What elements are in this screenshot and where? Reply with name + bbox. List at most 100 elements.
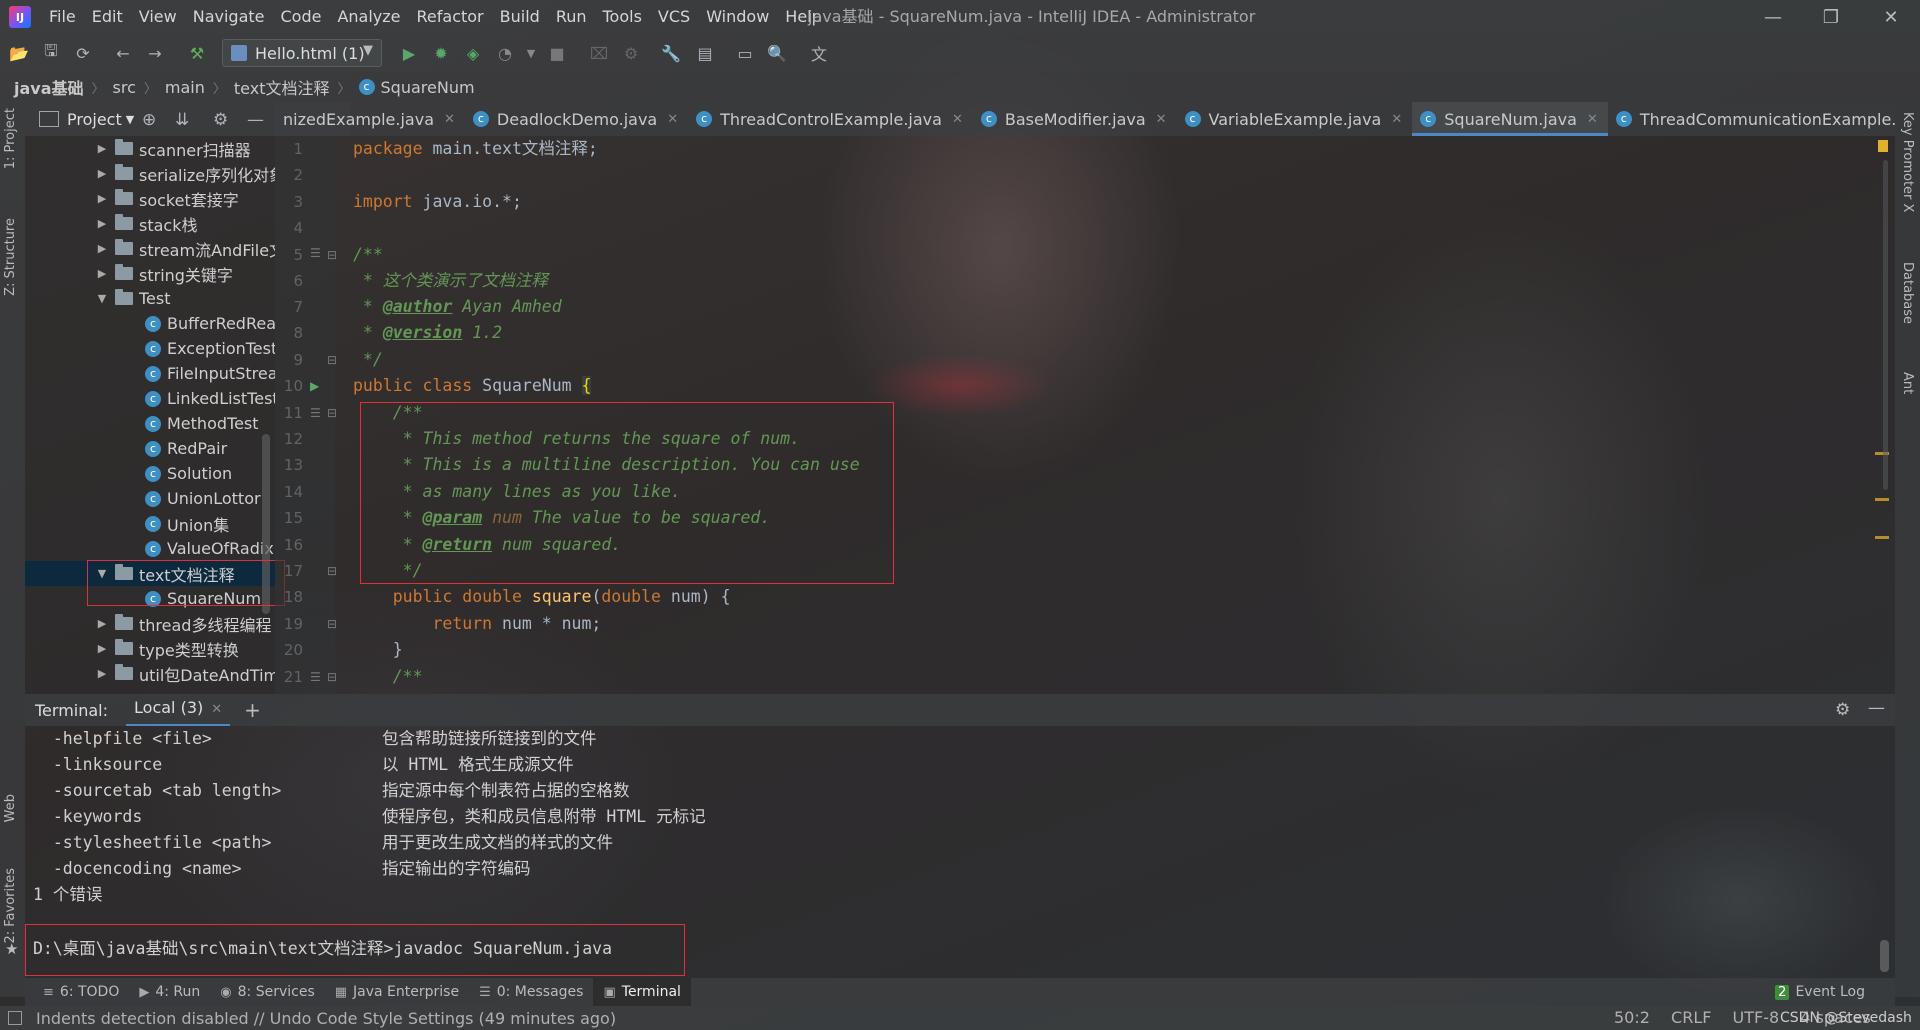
tree-item-folder[interactable]: ▶ util包DateAndTime: [25, 661, 275, 686]
coverage-icon[interactable]: ◈: [462, 42, 484, 64]
editor-tab[interactable]: c ThreadControlExample.java ✕: [688, 102, 973, 136]
close-icon[interactable]: ✕: [1587, 112, 1598, 127]
fold-icon[interactable]: ⊟: [327, 564, 337, 578]
fold-icon[interactable]: ⊟: [327, 670, 337, 684]
fold-icon[interactable]: ⊟: [327, 406, 337, 420]
menu-tools[interactable]: Tools: [595, 0, 650, 34]
tool-tab-project[interactable]: 1: Project: [3, 108, 18, 169]
menu-navigate[interactable]: Navigate: [185, 0, 273, 34]
stop-icon[interactable]: ■: [546, 42, 568, 64]
translate-icon[interactable]: 文: [808, 42, 830, 64]
chevron-right-icon[interactable]: ▶: [95, 242, 109, 255]
doc-render-icon[interactable]: ☰: [310, 406, 321, 420]
chevron-right-icon[interactable]: ▶: [95, 617, 109, 630]
tool-tab-favorites[interactable]: 2: Favorites: [3, 868, 18, 944]
close-icon[interactable]: ✕: [211, 702, 222, 717]
breadcrumb-main[interactable]: main: [165, 78, 205, 97]
breadcrumb-package[interactable]: text文档注释: [234, 75, 330, 99]
tree-item-folder[interactable]: ▶ stream流AndFile文件: [25, 236, 275, 261]
tool-tab-messages[interactable]: ☰ 0: Messages: [469, 978, 593, 1006]
chevron-right-icon[interactable]: ▶: [95, 267, 109, 280]
menu-analyze[interactable]: Analyze: [329, 0, 408, 34]
menu-file[interactable]: File: [41, 0, 84, 34]
wrench-icon[interactable]: 🔧: [660, 42, 682, 64]
close-icon[interactable]: ✕: [444, 112, 455, 127]
tool-tab-terminal[interactable]: ▣ Terminal: [593, 978, 691, 1006]
error-stripe-mark[interactable]: [1875, 498, 1889, 501]
editor-tab[interactable]: cThreadCommunicationExample.java✕: [1608, 102, 1895, 136]
close-icon[interactable]: ✕: [1391, 112, 1402, 127]
event-log-button[interactable]: 2 Event Log: [1765, 978, 1875, 1006]
tree-item-class[interactable]: c MethodTest: [25, 411, 275, 436]
tree-item-folder[interactable]: ▶ string关键字: [25, 261, 275, 286]
menu-run[interactable]: Run: [548, 0, 595, 34]
terminal-window-icon[interactable]: ▭: [734, 42, 756, 64]
save-all-icon[interactable]: 🖫: [40, 41, 62, 64]
doc-render-icon[interactable]: ☰: [310, 670, 321, 684]
tree-item-class[interactable]: c Solution: [25, 461, 275, 486]
tree-item-class[interactable]: c FileInputStream: [25, 361, 275, 386]
tree-item-folder[interactable]: ▶ socket套接字: [25, 186, 275, 211]
close-icon[interactable]: ✕: [1156, 112, 1167, 127]
panel-toggle-icon[interactable]: [8, 1011, 22, 1025]
gear-icon[interactable]: ⚙: [1835, 700, 1850, 720]
tool-tab-key-promoter[interactable]: Key Promoter X: [1900, 112, 1915, 212]
back-arrow-icon[interactable]: ←: [112, 42, 134, 64]
tree-item-folder[interactable]: ▶ type类型转换: [25, 636, 275, 661]
chevron-right-icon[interactable]: ▶: [95, 642, 109, 655]
tool-tab-java-enterprise[interactable]: ▦ Java Enterprise: [325, 978, 469, 1006]
editor-tab[interactable]: c VariableExample.java ✕: [1177, 102, 1413, 136]
chevron-right-icon[interactable]: ▶: [95, 192, 109, 205]
line-separator[interactable]: CRLF: [1671, 1008, 1711, 1027]
editor-tab[interactable]: nizedExample.java ✕: [275, 102, 465, 136]
editor-scrollbar[interactable]: [1883, 160, 1888, 490]
tool-tab-database[interactable]: Database: [1900, 262, 1915, 324]
doc-render-icon[interactable]: ☰: [310, 246, 321, 260]
warning-indicator-icon[interactable]: [1878, 140, 1888, 152]
hide-panel-icon[interactable]: —: [1868, 698, 1885, 718]
editor-tab[interactable]: c BaseModifier.java ✕: [973, 102, 1177, 136]
restore-button[interactable]: ❐: [1802, 0, 1860, 34]
tree-item-folder[interactable]: ▶ thread多线程编程: [25, 611, 275, 636]
editor-tab[interactable]: c DeadlockDemo.java ✕: [465, 102, 688, 136]
gear-icon[interactable]: ⚙: [213, 110, 228, 130]
run-configuration-select[interactable]: Hello.html (1) ▼: [222, 39, 382, 67]
close-icon[interactable]: ✕: [952, 112, 963, 127]
menu-edit[interactable]: Edit: [84, 0, 131, 34]
sync-icon[interactable]: ⟳: [72, 42, 94, 64]
search-icon[interactable]: 🔍: [766, 42, 788, 64]
tree-item-folder[interactable]: ▼ Test: [25, 286, 275, 311]
settings-disabled-icon[interactable]: ⚙: [620, 42, 642, 64]
tree-item-class[interactable]: c RedPair: [25, 436, 275, 461]
project-structure-icon[interactable]: ▤: [694, 42, 716, 64]
tool-tab-run[interactable]: ▶ 4: Run: [129, 978, 210, 1006]
terminal-session-tab[interactable]: Local (3) ✕: [126, 694, 231, 726]
tool-tab-services[interactable]: ◉ 8: Services: [210, 978, 324, 1006]
collapse-all-icon[interactable]: ⇊: [175, 110, 189, 130]
tool-tab-ant[interactable]: Ant: [1900, 372, 1915, 394]
status-message[interactable]: Indents detection disabled // Undo Code …: [36, 1009, 616, 1028]
breadcrumb-class[interactable]: SquareNum: [381, 78, 475, 97]
locate-target-icon[interactable]: ⊕: [142, 110, 156, 130]
attach-icon[interactable]: ⌧: [588, 42, 610, 64]
hide-panel-icon[interactable]: —: [247, 110, 264, 130]
tree-item-class[interactable]: c UnionLottor: [25, 486, 275, 511]
debug-bug-icon[interactable]: ✹: [430, 42, 452, 64]
chevron-right-icon[interactable]: ▶: [95, 667, 109, 680]
run-gutter-icon[interactable]: ▶: [310, 379, 319, 393]
fold-icon[interactable]: ⊟: [327, 617, 337, 631]
profile-icon[interactable]: ◔: [494, 42, 516, 64]
chevron-right-icon[interactable]: ▶: [95, 217, 109, 230]
build-hammer-icon[interactable]: ⚒: [186, 42, 208, 64]
tree-item-folder[interactable]: ▶ serialize序列化对象: [25, 161, 275, 186]
chevron-down-icon[interactable]: ▼: [95, 292, 109, 305]
tree-item-folder[interactable]: ▶ scanner扫描器: [25, 136, 275, 161]
chevron-right-icon[interactable]: ▶: [95, 142, 109, 155]
close-icon[interactable]: ✕: [667, 112, 678, 127]
close-button[interactable]: ✕: [1862, 0, 1920, 34]
tool-tab-todo[interactable]: ≡ 6: TODO: [33, 978, 129, 1006]
terminal-scrollbar[interactable]: [1880, 940, 1889, 972]
tool-tab-web[interactable]: Web: [3, 794, 18, 822]
editor-tab-active[interactable]: c SquareNum.java ✕: [1412, 102, 1608, 136]
tool-tab-structure[interactable]: Z: Structure: [3, 218, 18, 296]
